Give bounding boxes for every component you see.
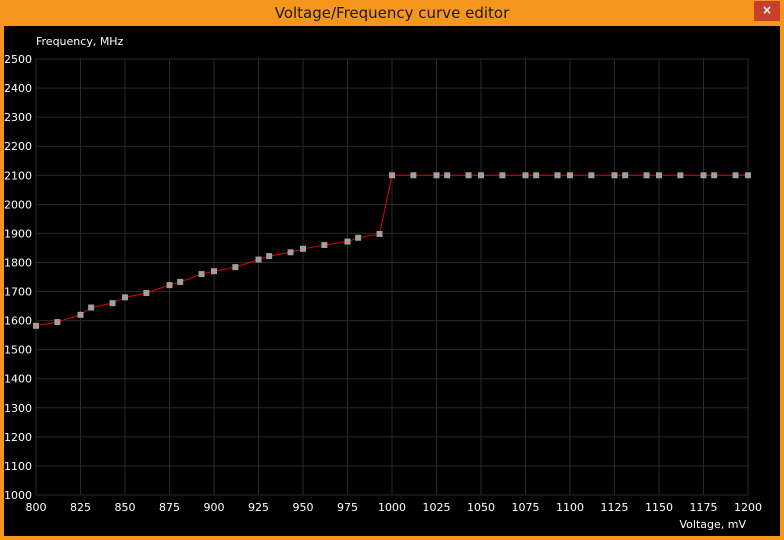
curve-point[interactable] — [643, 172, 650, 179]
curve-point[interactable] — [410, 172, 417, 179]
y-axis-label: Frequency, MHz — [36, 35, 124, 48]
y-tick-label: 1800 — [4, 256, 32, 269]
curve-point[interactable] — [499, 172, 506, 179]
curve-point[interactable] — [433, 172, 440, 179]
curve-point[interactable] — [88, 304, 95, 311]
x-tick-label: 900 — [204, 501, 225, 514]
curve-point[interactable] — [465, 172, 472, 179]
window-title: Voltage/Frequency curve editor — [274, 4, 510, 22]
curve-point[interactable] — [376, 230, 383, 237]
curve-point[interactable] — [287, 249, 294, 256]
title-bar[interactable]: Voltage/Frequency curve editor × — [0, 0, 784, 26]
y-tick-label: 1200 — [4, 431, 32, 444]
x-tick-label: 825 — [70, 501, 91, 514]
curve-point[interactable] — [588, 172, 595, 179]
curve-point[interactable] — [177, 278, 184, 285]
x-tick-labels: 800 825 850 875 900 925 950 975 1000 1025 1050 1075… — [26, 501, 763, 514]
curve-point[interactable] — [677, 172, 684, 179]
curve-point[interactable] — [109, 300, 116, 307]
close-button[interactable]: × — [754, 1, 780, 21]
curve-point[interactable] — [255, 256, 262, 263]
x-tick-label: 925 — [248, 501, 269, 514]
x-tick-label: 1150 — [645, 501, 673, 514]
x-axis-label: Voltage, mV — [680, 518, 747, 531]
y-tick-label: 1700 — [4, 286, 32, 299]
x-tick-label: 850 — [115, 501, 136, 514]
y-tick-label: 1600 — [4, 315, 32, 328]
curve-point[interactable] — [389, 172, 395, 179]
plot-area[interactable]: 1000 1100 1200 1300 1400 1500 1600 1700 1800 1900… — [4, 26, 780, 536]
x-tick-label: 1050 — [467, 501, 495, 514]
curve-point[interactable] — [77, 311, 84, 318]
curve-point[interactable] — [211, 268, 217, 275]
curve-point[interactable] — [344, 238, 351, 245]
y-tick-label: 1100 — [4, 460, 32, 473]
curve-point[interactable] — [143, 289, 150, 296]
grid — [35, 58, 749, 496]
x-tick-label: 1200 — [734, 501, 762, 514]
y-tick-labels: 1000110012001300140015001600170018001900… — [4, 53, 32, 502]
x-tick-label: 1175 — [690, 501, 718, 514]
curve-point[interactable] — [33, 322, 39, 329]
curve-point[interactable] — [554, 172, 561, 179]
curve-point[interactable] — [732, 172, 739, 179]
x-tick-label: 800 — [26, 501, 47, 514]
curve-point[interactable] — [522, 172, 529, 179]
curve-point[interactable] — [232, 264, 239, 271]
curve-point[interactable] — [711, 172, 718, 179]
y-tick-label: 2400 — [4, 82, 32, 95]
y-tick-label: 2100 — [4, 169, 32, 182]
curve-point[interactable] — [266, 253, 273, 260]
curve-point[interactable] — [321, 242, 328, 249]
curve-point[interactable] — [533, 172, 540, 179]
curve-point[interactable] — [166, 282, 173, 289]
curve-point[interactable] — [122, 294, 128, 301]
y-tick-label: 2500 — [4, 53, 32, 66]
curve-point[interactable] — [355, 234, 362, 241]
y-tick-label: 1500 — [4, 344, 32, 357]
curve-point[interactable] — [198, 271, 205, 278]
curve-point[interactable] — [622, 172, 629, 179]
y-tick-label: 1400 — [4, 373, 32, 386]
curve-point[interactable] — [611, 172, 618, 179]
y-tick-label: 1300 — [4, 402, 32, 415]
curve-point[interactable] — [700, 172, 707, 179]
vf-curve-chart[interactable]: 1000 1100 1200 1300 1400 1500 1600 1700 1800 1900… — [4, 26, 780, 536]
x-tick-label: 875 — [159, 501, 180, 514]
x-tick-label: 950 — [293, 501, 314, 514]
y-tick-label: 2200 — [4, 140, 32, 153]
x-tick-label: 1000 — [378, 501, 406, 514]
x-tick-label: 1025 — [423, 501, 451, 514]
x-tick-label: 1125 — [601, 501, 629, 514]
curve-point[interactable] — [478, 172, 484, 179]
y-tick-label: 2000 — [4, 198, 32, 211]
curve-editor-window: Voltage/Frequency curve editor × 1000 110… — [0, 0, 784, 540]
y-tick-label: 1900 — [4, 227, 32, 240]
x-tick-label: 1100 — [556, 501, 584, 514]
y-tick-label: 2300 — [4, 111, 32, 124]
x-tick-label: 975 — [337, 501, 358, 514]
curve-point[interactable] — [444, 172, 451, 179]
curve-point[interactable] — [567, 172, 573, 179]
curve-point[interactable] — [54, 319, 61, 326]
curve-point[interactable] — [656, 172, 662, 179]
curve-point[interactable] — [300, 245, 306, 252]
curve-point[interactable] — [745, 172, 751, 179]
x-tick-label: 1075 — [512, 501, 540, 514]
